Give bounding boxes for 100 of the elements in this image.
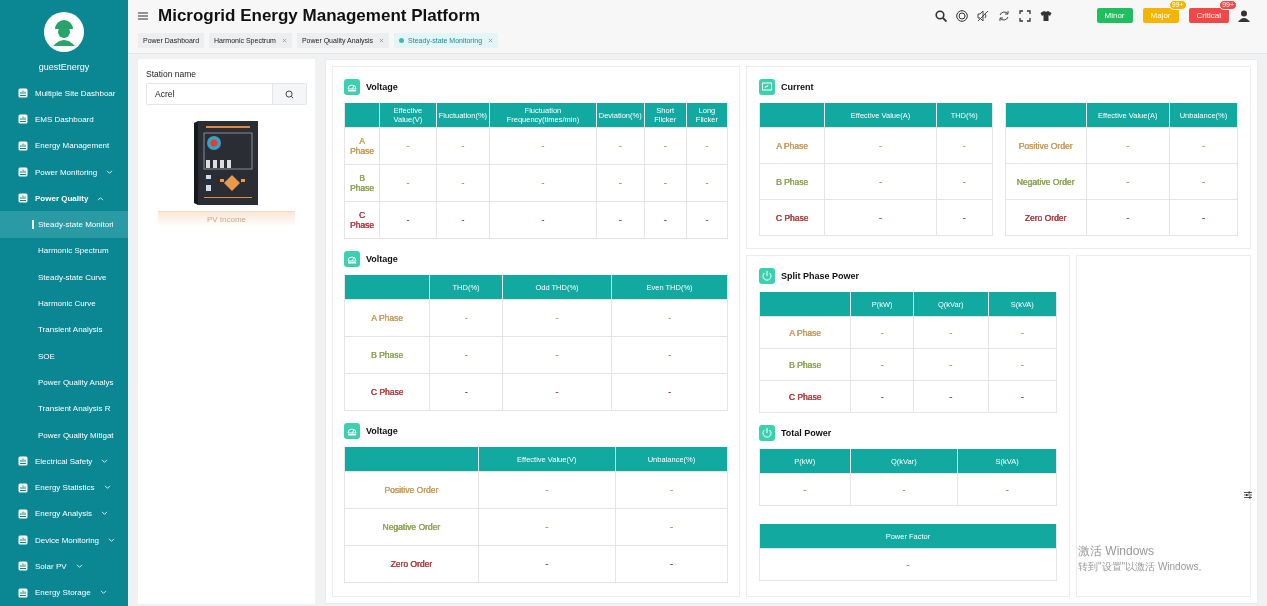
sidebar-item[interactable]: Power Monitoring bbox=[0, 158, 128, 186]
table-cell: - bbox=[502, 373, 612, 411]
row-label: A Phase bbox=[344, 127, 380, 165]
menu-item-icon bbox=[18, 535, 28, 546]
table-cell: - bbox=[478, 545, 616, 583]
row-label: Positive Order bbox=[344, 471, 479, 509]
section-title: Voltage bbox=[366, 82, 398, 92]
table-cell: - bbox=[478, 471, 616, 509]
chevron-icon bbox=[101, 458, 109, 464]
sidebar-subitem[interactable]: Harmonic Spectrum bbox=[0, 237, 128, 265]
table-cell: - bbox=[759, 473, 850, 506]
table-cell: - bbox=[644, 127, 687, 165]
sidebar-item[interactable]: Solar PV bbox=[0, 553, 128, 580]
row-label: B Phase bbox=[759, 348, 851, 381]
section-title: Voltage bbox=[366, 254, 398, 264]
menu-icon[interactable] bbox=[138, 11, 148, 20]
chevron-icon bbox=[106, 169, 114, 175]
sidebar-subitem[interactable]: Transient Analysis bbox=[0, 316, 128, 343]
sidebar-subitem[interactable]: Power Quality Analys bbox=[0, 369, 128, 396]
sidebar-item[interactable]: Multiple Site Dashboar bbox=[0, 80, 128, 107]
menu-item-icon bbox=[18, 193, 28, 204]
table-cell: - bbox=[489, 201, 597, 239]
table-cell: - bbox=[379, 164, 437, 202]
sliders-icon[interactable] bbox=[1244, 491, 1252, 499]
table-cell: - bbox=[644, 201, 687, 239]
menu-item-icon bbox=[18, 456, 28, 467]
sidebar-item[interactable]: Energy Statistics bbox=[0, 474, 128, 501]
mute-icon[interactable] bbox=[976, 9, 989, 22]
table-cell: - bbox=[936, 127, 992, 164]
sidebar-subitem[interactable]: Steady-state Monitori bbox=[0, 211, 128, 238]
table-cell: - bbox=[988, 316, 1057, 349]
section-title: Split Phase Power bbox=[781, 271, 860, 281]
sidebar-subitem[interactable]: Transient Analysis R bbox=[0, 395, 128, 422]
fullscreen-icon[interactable] bbox=[1018, 9, 1031, 22]
avatar-icon bbox=[44, 12, 84, 52]
menu-item-icon bbox=[18, 114, 28, 125]
activation-text: 转到"设置"以激活 Windows。 bbox=[1078, 560, 1209, 574]
table-cell: - bbox=[489, 164, 597, 202]
header-cell bbox=[759, 103, 825, 128]
table-cell: - bbox=[611, 336, 728, 374]
sidebar-item[interactable]: Energy Storage bbox=[0, 579, 128, 606]
sidebar-item[interactable]: Energy Analysis bbox=[0, 500, 128, 528]
sidebar-item[interactable]: Device Monitoring bbox=[0, 527, 128, 554]
sidebar-subitem[interactable]: Power Quality Mitigat bbox=[0, 421, 128, 449]
table-cell: - bbox=[429, 299, 503, 337]
table-cell: - bbox=[850, 316, 914, 349]
table-cell: - bbox=[502, 336, 612, 374]
sidebar-item[interactable]: Energy Management bbox=[0, 132, 128, 159]
table-cell: - bbox=[478, 508, 616, 546]
table-cell: - bbox=[850, 348, 914, 381]
user-icon[interactable] bbox=[1238, 9, 1250, 22]
sidebar-item[interactable]: Power Quality bbox=[0, 185, 128, 212]
search-icon[interactable] bbox=[934, 9, 947, 22]
sidebar-subitem[interactable]: Steady-state Curve bbox=[0, 264, 128, 291]
section-title: Total Power bbox=[781, 428, 832, 438]
row-label: C Phase bbox=[344, 201, 380, 239]
menu-item-icon bbox=[18, 140, 28, 151]
table-cell: - bbox=[759, 548, 1057, 581]
chevron-icon bbox=[75, 564, 83, 569]
alarm-button[interactable]: Minor bbox=[1096, 8, 1133, 23]
row-label: A Phase bbox=[759, 316, 851, 349]
sidebar-subitem[interactable]: Harmonic Curve bbox=[0, 290, 128, 317]
field-label: Station name bbox=[146, 69, 198, 79]
row-label: C Phase bbox=[759, 199, 825, 236]
search-icon bbox=[285, 89, 294, 99]
search-button[interactable] bbox=[272, 84, 306, 104]
user-name: guestEnergy bbox=[37, 62, 91, 72]
table-cell: - bbox=[596, 127, 645, 165]
table-cell: - bbox=[913, 380, 988, 413]
lifebuoy-icon[interactable] bbox=[955, 9, 968, 22]
table-cell: - bbox=[379, 201, 437, 239]
table-cell: - bbox=[686, 127, 728, 165]
table-cell: - bbox=[611, 373, 728, 411]
table-cell: - bbox=[489, 127, 597, 165]
activation-title: 激活 Windows bbox=[1078, 543, 1155, 560]
sidebar-item[interactable]: Electrical Safety bbox=[0, 448, 128, 475]
table-cell: - bbox=[824, 163, 937, 200]
alarm-button[interactable]: Critical bbox=[1188, 8, 1229, 23]
table-cell: - bbox=[596, 201, 645, 239]
power-icon bbox=[759, 268, 775, 284]
sidebar-item[interactable]: EMS Dashboard bbox=[0, 106, 128, 133]
refresh-icon[interactable] bbox=[997, 9, 1010, 22]
row-label: A Phase bbox=[759, 127, 825, 164]
row-label: Negative Order bbox=[344, 508, 479, 546]
monitor-icon bbox=[759, 79, 775, 95]
table-cell: - bbox=[615, 508, 728, 546]
row-label: A Phase bbox=[344, 299, 430, 337]
table-cell: - bbox=[936, 199, 992, 236]
table-cell: - bbox=[824, 127, 937, 164]
chevron-icon bbox=[100, 511, 108, 517]
table-cell: - bbox=[957, 473, 1057, 506]
shirt-icon[interactable] bbox=[1039, 9, 1052, 22]
section-title: Voltage bbox=[366, 426, 398, 436]
row-label: B Phase bbox=[759, 163, 825, 200]
section-title: Current bbox=[781, 82, 814, 92]
sidebar-subitem[interactable]: SOE bbox=[0, 342, 128, 370]
table-cell: - bbox=[988, 380, 1057, 413]
station-field[interactable]: Acrel bbox=[146, 83, 307, 105]
row-label: B Phase bbox=[344, 336, 430, 374]
table-cell: - bbox=[850, 473, 958, 506]
